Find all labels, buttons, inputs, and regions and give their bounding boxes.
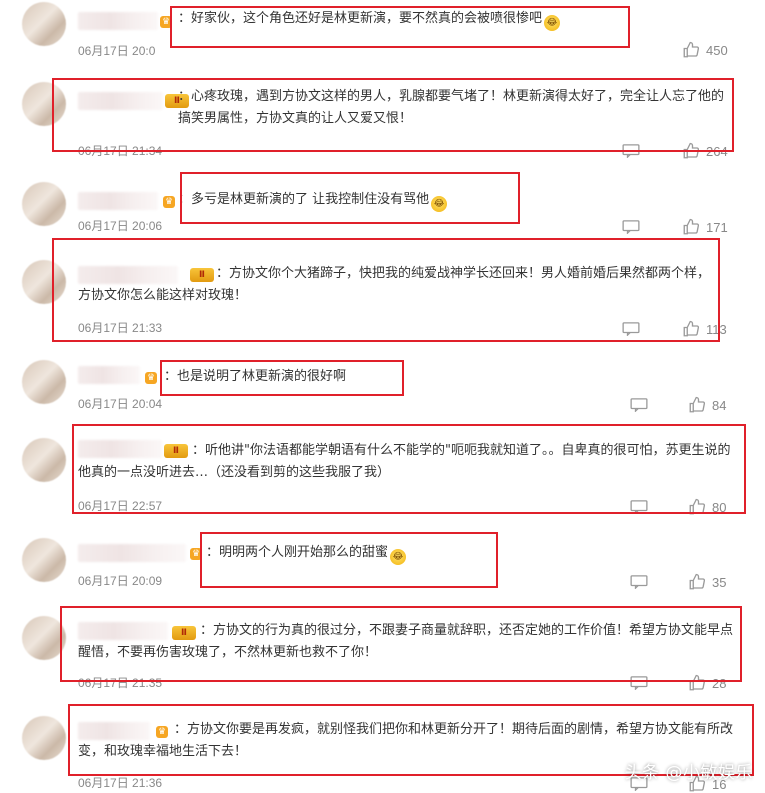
crown-badge-icon: ♛ [190, 548, 202, 560]
laugh-cry-emoji-icon: 😂 [390, 549, 407, 565]
thumbs-up-icon [689, 674, 706, 691]
comment-time: 06月17日 20:09 [78, 574, 163, 588]
username-blurred[interactable] [78, 92, 163, 110]
like-count: 450 [706, 42, 728, 58]
comment-item: Ⅱ ：心疼玫瑰，遇到方协文这样的男人，乳腺都要气堵了！林更新演得太好了，完全让人… [0, 72, 765, 172]
thumbs-up-icon [683, 218, 700, 235]
comment-reply-icon[interactable] [630, 398, 648, 412]
like-button[interactable]: 35 [688, 573, 726, 591]
comment-reply-icon[interactable] [622, 220, 640, 234]
comment-text: ：听他讲"你法语都能学朝语有什么不能学的"呃呃我就知道了。。自卑真的很可怕，苏更… [78, 443, 731, 480]
like-count: 264 [706, 143, 728, 159]
comment-time: 06月17日 21:36 [78, 776, 163, 790]
comment-item: Ⅱ ：方协文的行为真的很过分，不跟妻子商量就辞职，还否定她的工作价值！希望方协文… [0, 604, 765, 704]
comment-time: 06月17日 21:34 [78, 144, 163, 158]
avatar[interactable] [22, 616, 66, 660]
comment-item: ♛ ：也是说明了林更新演的很好啊 06月17日 20:04 84 [0, 352, 765, 424]
like-button[interactable]: 113 [682, 320, 727, 338]
crown-badge-icon: ♛ [163, 196, 175, 208]
comment-body: 方协文你要是再发疯，就别怪我们把你和林更新分开了！期待后面的剧情，希望方协文能有… [78, 722, 734, 759]
like-button[interactable]: 28 [688, 674, 726, 692]
comment-body: 听他讲"你法语都能学朝语有什么不能学的"呃呃我就知道了。。自卑真的很可怕，苏更生… [78, 443, 731, 480]
avatar[interactable] [22, 2, 66, 46]
comment-body: 明明两个人刚开始那么的甜蜜 [219, 545, 389, 560]
comment-body: 多亏是林更新演的了 让我控制住没有骂他 [191, 192, 430, 207]
like-count: 171 [706, 219, 728, 235]
comment-time: 06月17日 21:35 [78, 676, 163, 690]
comment-time: 06月17日 21:33 [78, 321, 163, 335]
thumbs-up-icon [689, 396, 706, 413]
like-button[interactable]: 84 [688, 396, 726, 414]
comment-text: ：方协文的行为真的很过分，不跟妻子商量就辞职，还否定她的工作价值！希望方协文能早… [78, 623, 734, 660]
avatar[interactable] [22, 82, 66, 126]
comment-body: 也是说明了林更新演的很好啊 [177, 369, 347, 384]
like-button[interactable]: 450 [682, 41, 728, 59]
username-blurred[interactable] [78, 366, 140, 384]
comment-time: 06月17日 20:06 [78, 219, 163, 233]
like-count: 84 [712, 397, 727, 413]
comment-text: ：方协文你个大猪蹄子，快把我的纯爱战神学长还回来！男人婚前婚后果然都两个样，方协… [78, 266, 711, 303]
thumbs-up-icon [683, 41, 700, 58]
thumbs-up-icon [683, 320, 700, 337]
username-blurred[interactable] [78, 12, 158, 30]
watermark: 头条 @小敏娱乐 [624, 763, 753, 783]
laugh-cry-emoji-icon: 😂 [431, 196, 448, 212]
crown-badge-icon: ♛ [160, 16, 172, 28]
comment-time: 06月17日 22:57 [78, 499, 163, 513]
comment-reply-icon[interactable] [622, 144, 640, 158]
avatar[interactable] [22, 716, 66, 760]
thumbs-up-icon [689, 498, 706, 515]
username-blurred[interactable] [78, 544, 186, 562]
like-count: 80 [712, 499, 727, 515]
comment-reply-icon[interactable] [622, 322, 640, 336]
comment-text: ：方协文你要是再发疯，就别怪我们把你和林更新分开了！期待后面的剧情，希望方协文能… [78, 722, 734, 759]
thumbs-up-icon [683, 142, 700, 159]
thumbs-up-icon [689, 573, 706, 590]
like-count: 35 [712, 574, 727, 590]
laugh-cry-emoji-icon: 😂 [544, 15, 561, 31]
like-button[interactable]: 80 [688, 498, 726, 516]
avatar[interactable] [22, 182, 66, 226]
comment-item: ♛ ：明明两个人刚开始那么的甜蜜 😂 06月17日 20:09 35 [0, 526, 765, 602]
comment-body: 方协文的行为真的很过分，不跟妻子商量就辞职，还否定她的工作价值！希望方协文能早点… [78, 623, 734, 660]
comment-reply-icon[interactable] [630, 500, 648, 514]
username-blurred[interactable] [78, 192, 158, 210]
comment-text: ：明明两个人刚开始那么的甜蜜 😂 [206, 542, 466, 565]
comment-text: ：心疼玫瑰，遇到方协文这样的男人，乳腺都要气堵了！林更新演得太好了，完全让人忘了… [178, 89, 725, 126]
like-button[interactable]: 264 [682, 142, 728, 160]
comment-time: 06月17日 20:0 [78, 44, 156, 58]
comment-text: ：多亏是林更新演的了 让我控制住没有骂他 😂 [178, 189, 518, 212]
comment-item: ♛ ：好家伙，这个角色还好是林更新演，要不然真的会被喷很惨吧 😂 06月17日 2… [0, 0, 765, 72]
comment-reply-icon[interactable] [630, 676, 648, 690]
comment-item: ♛ ：多亏是林更新演的了 让我控制住没有骂他 😂 06月17日 20:06 171 [0, 172, 765, 242]
avatar[interactable] [22, 260, 66, 304]
comment-text: ：好家伙，这个角色还好是林更新演，要不然真的会被喷很惨吧 😂 [178, 8, 618, 31]
comment-item: Ⅱ ：听他讲"你法语都能学朝语有什么不能学的"呃呃我就知道了。。自卑真的很可怕，… [0, 424, 765, 524]
avatar[interactable] [22, 438, 66, 482]
like-button[interactable]: 171 [682, 218, 728, 236]
like-count: 28 [712, 675, 727, 691]
avatar[interactable] [22, 538, 66, 582]
comment-body: 好家伙，这个角色还好是林更新演，要不然真的会被喷很惨吧 [191, 11, 543, 26]
comment-text: ：也是说明了林更新演的很好啊 [164, 369, 347, 384]
comment-body: 方协文你个大猪蹄子，快把我的纯爱战神学长还回来！男人婚前婚后果然都两个样，方协文… [78, 266, 711, 303]
crown-badge-icon: ♛ [145, 372, 157, 384]
comment-time: 06月17日 20:04 [78, 397, 163, 411]
comment-item: Ⅱ ：方协文你个大猪蹄子，快把我的纯爱战神学长还回来！男人婚前婚后果然都两个样，… [0, 242, 765, 342]
comment-reply-icon[interactable] [630, 575, 648, 589]
like-count: 113 [706, 321, 727, 337]
avatar[interactable] [22, 360, 66, 404]
comment-body: 心疼玫瑰，遇到方协文这样的男人，乳腺都要气堵了！林更新演得太好了，完全让人忘了他… [178, 89, 725, 126]
